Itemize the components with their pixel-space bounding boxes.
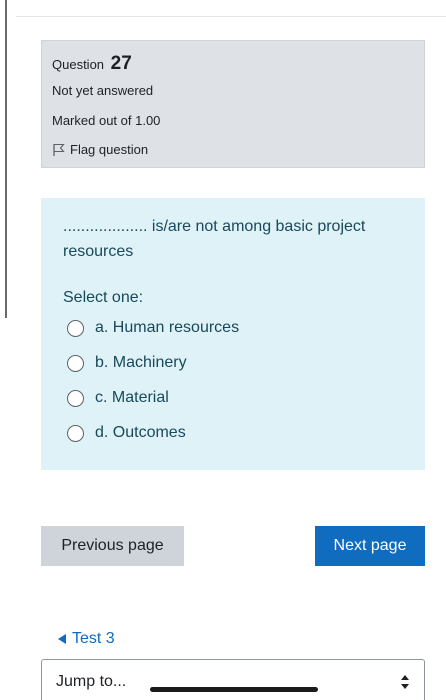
jump-to-select[interactable]: Jump to... [41,659,425,700]
radio-button[interactable] [67,319,84,337]
question-number-heading: Question 27 [52,53,132,75]
left-triangle-icon [58,634,66,644]
left-divider [5,0,7,318]
flag-question-label: Flag question [70,142,149,157]
answer-option-d[interactable]: d. Outcomes [67,424,186,442]
radio-button[interactable] [67,354,84,372]
jump-to-label: Jump to... [56,673,127,690]
radio-button[interactable] [67,424,84,442]
select-arrows-icon [401,675,409,689]
question-text: ................... is/are not among bas… [63,218,366,260]
question-status: Not yet answered [52,83,154,98]
option-label: b. Machinery [95,354,187,371]
previous-page-button[interactable]: Previous page [41,526,184,566]
flag-question-link[interactable]: Flag question [52,142,148,157]
option-label: a. Human resources [95,319,240,336]
question-info-panel: Question 27 Not yet answered Marked out … [41,40,425,168]
flag-icon [53,143,65,156]
back-to-test-link[interactable]: Test 3 [58,630,115,648]
back-link-label: Test 3 [72,630,115,647]
radio-button[interactable] [67,389,84,407]
option-label: c. Material [95,389,169,406]
home-indicator-bar [150,687,318,692]
question-content-panel: ................... is/are not among bas… [41,198,425,470]
question-number: 27 [110,53,132,74]
next-page-button[interactable]: Next page [315,526,425,566]
select-prompt: Select one: [63,289,144,306]
top-divider [16,16,446,17]
answer-option-c[interactable]: c. Material [67,389,169,407]
question-marks: Marked out of 1.00 [52,113,161,128]
answer-option-b[interactable]: b. Machinery [67,354,187,372]
answer-option-a[interactable]: a. Human resources [67,319,239,337]
question-label: Question [52,57,105,72]
option-label: d. Outcomes [95,424,186,441]
